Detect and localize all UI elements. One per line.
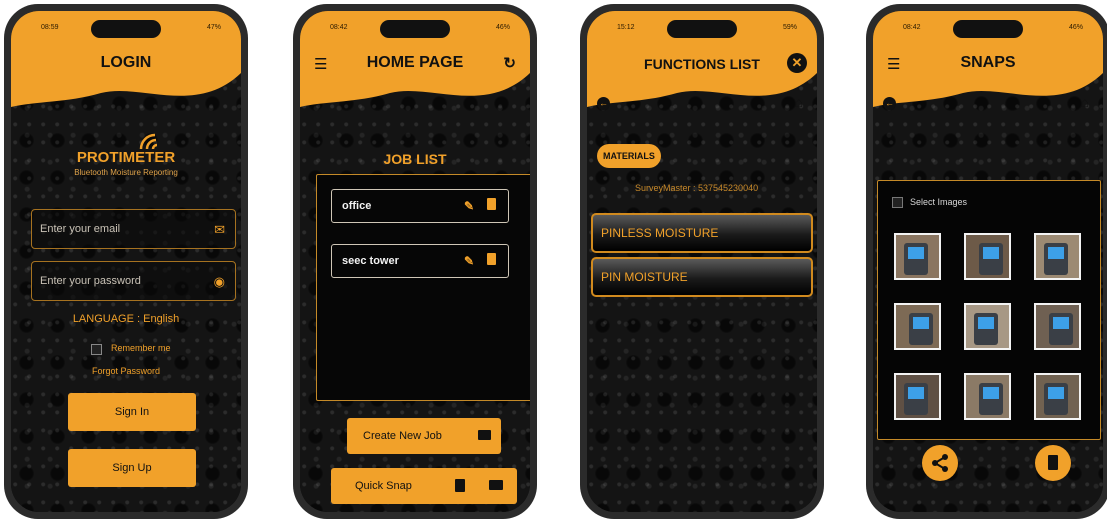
home-screen: 08:42 46% ☰ HOME PAGE ↻ JOB LIST office … [300,11,530,512]
snap-thumbnail[interactable] [1034,303,1081,350]
materials-chip[interactable]: MATERIALS [597,144,661,168]
trash-icon[interactable] [487,253,496,265]
folder-icon[interactable] [489,480,503,490]
phone-login: 08:59 47% LOGIN PROTIMETER Bluetooth Moi… [4,4,248,519]
battery-status: 47% [206,24,221,31]
share-icon [932,454,948,472]
select-images-label: Select Images [910,197,968,207]
snap-thumbnail[interactable] [964,373,1011,420]
function-label: PIN MOISTURE [601,270,688,284]
status-bar: 08:42 46% [300,18,530,40]
password-placeholder: Enter your password [40,275,141,287]
materials-chip-label: MATERIALS [603,151,655,161]
quick-snap-button[interactable]: Quick Snap [331,468,517,504]
status-bar: 15:12 59% [587,18,817,40]
trash-icon [1048,455,1058,470]
close-icon[interactable]: ✕ [787,53,807,73]
camera-notch [380,20,450,38]
job-name: office [342,200,372,212]
folder-plus-icon [478,430,491,440]
status-time: 15:12 [617,24,635,31]
eye-icon[interactable]: ◉ [214,274,225,290]
login-screen: 08:59 47% LOGIN PROTIMETER Bluetooth Moi… [11,11,241,512]
quick-snap-label: Quick Snap [355,480,412,492]
functions-screen: 15:12 59% FUNCTIONS LIST ✕ ← ⌂ MATERIALS… [587,11,817,512]
forgot-password-link[interactable]: Forgot Password [11,366,241,376]
back-arrow-icon[interactable]: ← [883,97,896,110]
job-item[interactable]: office ✎ [331,189,509,223]
wifi-arc-logo-icon [139,133,158,150]
create-new-job-button[interactable]: Create New Job [347,418,501,454]
job-name: seec tower [342,255,399,267]
job-item[interactable]: seec tower ✎ [331,244,509,278]
back-arrow-icon[interactable]: ← [597,97,610,110]
status-time: 08:42 [330,24,348,31]
select-images-checkbox[interactable] [892,197,903,208]
snap-thumbnail[interactable] [964,303,1011,350]
page-title: FUNCTIONS LIST [644,56,760,72]
status-time: 08:42 [903,24,921,31]
camera-notch [91,20,161,38]
delete-button[interactable] [1035,445,1071,481]
snap-thumbnail[interactable] [894,373,941,420]
camera-notch [953,20,1023,38]
trash-icon[interactable] [487,198,496,210]
share-button[interactable] [922,445,958,481]
save-icon[interactable] [455,479,465,492]
pencil-icon[interactable]: ✎ [464,254,474,268]
battery-status: 59% [782,24,797,31]
snaps-gallery-panel: Select Images [877,180,1101,440]
sign-in-button[interactable]: Sign In [68,393,196,431]
home-icon[interactable]: ⌂ [795,94,803,110]
home-icon[interactable]: ⌂ [1081,94,1089,110]
camera-notch [667,20,737,38]
remember-checkbox[interactable] [91,344,102,355]
snaps-screen: 08:42 46% ☰ SNAPS ← ⌂ Select Images [873,11,1103,512]
email-field[interactable]: Enter your email ✉ [31,209,236,249]
pencil-icon[interactable]: ✎ [464,199,474,213]
function-item-pin-moisture[interactable]: PIN MOISTURE [591,257,813,297]
sign-up-button[interactable]: Sign Up [68,449,196,487]
brand-tagline: Bluetooth Moisture Reporting [74,168,178,177]
create-new-job-label: Create New Job [363,430,442,442]
page-title: SNAPS [960,54,1016,71]
page-title: HOME PAGE [366,54,464,71]
phone-snaps: 08:42 46% ☰ SNAPS ← ⌂ Select Images [866,4,1107,519]
snap-thumbnail[interactable] [894,233,941,280]
job-list-panel: office ✎ seec tower ✎ [316,174,530,401]
status-time: 08:59 [41,24,59,31]
remember-label: Remember me [111,343,171,353]
language-selector[interactable]: LANGUAGE : English [11,313,241,325]
password-field[interactable]: Enter your password ◉ [31,261,236,301]
snap-thumbnail[interactable] [1034,233,1081,280]
snap-thumbnail[interactable] [1034,373,1081,420]
phone-functions: 15:12 59% FUNCTIONS LIST ✕ ← ⌂ MATERIALS… [580,4,824,519]
function-label: PINLESS MOISTURE [601,226,719,240]
email-placeholder: Enter your email [40,223,121,235]
refresh-icon[interactable]: ↻ [503,54,516,72]
survey-master-id: SurveyMaster : 537545230040 [635,183,759,193]
envelope-icon: ✉ [214,222,225,237]
brand-name: PROTIMETER [76,149,176,166]
snap-thumbnail[interactable] [964,233,1011,280]
status-bar: 08:42 46% [873,18,1103,40]
snap-thumbnail[interactable] [894,303,941,350]
phone-home: 08:42 46% ☰ HOME PAGE ↻ JOB LIST office … [293,4,537,519]
status-bar: 08:59 47% [11,18,241,40]
battery-status: 46% [1068,24,1083,31]
page-title: LOGIN [100,54,152,71]
battery-status: 46% [495,24,510,31]
function-item-pinless-moisture[interactable]: PINLESS MOISTURE [591,213,813,253]
job-list-title: JOB LIST [383,151,447,167]
